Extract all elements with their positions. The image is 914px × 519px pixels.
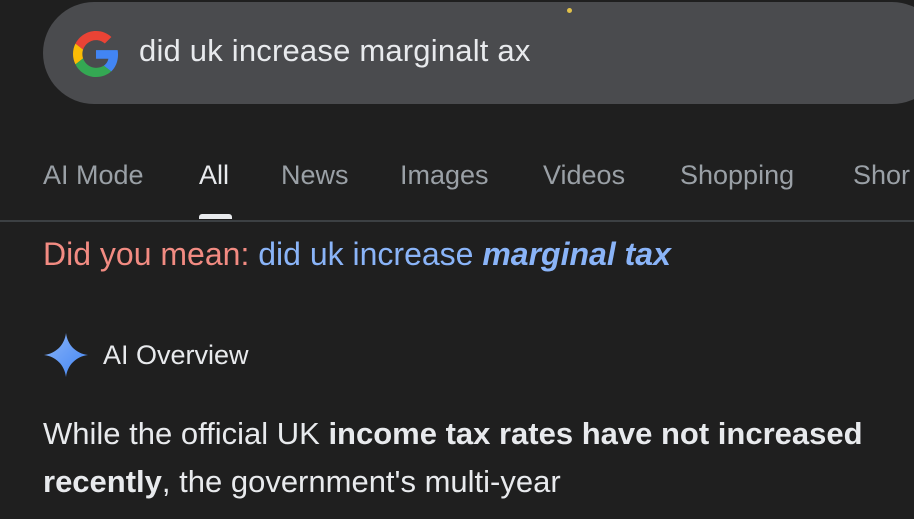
ai-overview-header: AI Overview — [43, 330, 249, 380]
tab-videos[interactable]: Videos — [543, 160, 625, 191]
ai-overview-title: AI Overview — [103, 339, 249, 370]
google-g-icon — [73, 31, 119, 77]
search-bar[interactable]: did uk increase marginalt ax — [43, 2, 914, 104]
spelling-suggestion-link[interactable]: did uk increase marginal tax — [258, 236, 671, 272]
tab-shorts[interactable]: Shor — [853, 160, 910, 191]
tab-images[interactable]: Images — [400, 160, 489, 191]
search-tabs: AI Mode All News Images Videos Shopping … — [0, 150, 914, 220]
sparkle-icon — [44, 333, 88, 377]
tab-ai-mode[interactable]: AI Mode — [43, 160, 144, 191]
tab-shopping[interactable]: Shopping — [680, 160, 794, 191]
search-input[interactable]: did uk increase marginalt ax — [139, 33, 531, 69]
ai-overview-text: While the official UK income tax rates h… — [43, 410, 903, 506]
status-dot — [567, 8, 572, 13]
active-tab-indicator — [199, 214, 232, 219]
ai-text-part-1: While the official UK — [43, 416, 329, 451]
search-results-page: did uk increase marginalt ax AI Mode All… — [0, 0, 914, 519]
did-you-mean: Did you mean: did uk increase marginal t… — [43, 236, 671, 273]
tab-news[interactable]: News — [281, 160, 349, 191]
suggestion-corrected-text: marginal tax — [482, 236, 671, 272]
did-you-mean-label: Did you mean: — [43, 236, 250, 272]
tabs-divider — [0, 220, 914, 222]
suggestion-plain-text: did uk increase — [258, 236, 474, 272]
tab-all[interactable]: All — [199, 160, 229, 191]
ai-text-part-2: , the government's multi-year — [161, 464, 561, 499]
